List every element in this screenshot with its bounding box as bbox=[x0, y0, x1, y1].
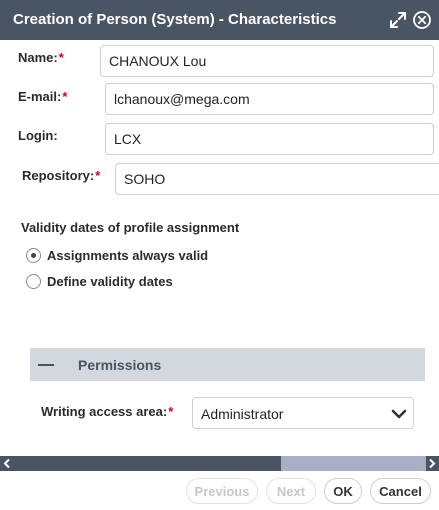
required-marker: * bbox=[168, 404, 174, 419]
repository-label: Repository:* bbox=[22, 168, 101, 183]
dialog-titlebar: Creation of Person (System) - Characteri… bbox=[0, 0, 439, 40]
radio-define-dates[interactable]: Define validity dates bbox=[26, 272, 173, 290]
radio-button[interactable] bbox=[26, 273, 41, 289]
dialog-title: Creation of Person (System) - Characteri… bbox=[13, 11, 337, 28]
required-marker: * bbox=[95, 168, 101, 183]
name-input[interactable]: CHANOUX Lou bbox=[100, 45, 434, 77]
permissions-section-header[interactable]: Permissions bbox=[30, 348, 425, 381]
radio-button-selected[interactable] bbox=[26, 247, 41, 263]
validity-heading: Validity dates of profile assignment bbox=[21, 220, 240, 235]
chevron-down-icon[interactable] bbox=[391, 407, 407, 421]
email-label: E-mail:* bbox=[18, 89, 68, 104]
repository-input[interactable]: SOHO bbox=[115, 163, 439, 195]
cancel-button[interactable]: Cancel bbox=[370, 478, 431, 504]
previous-button[interactable]: Previous bbox=[186, 478, 258, 504]
permissions-title: Permissions bbox=[78, 357, 162, 373]
scroll-left-icon[interactable] bbox=[0, 456, 14, 471]
login-input[interactable]: LCX bbox=[105, 123, 434, 155]
writing-access-select[interactable]: Administrator bbox=[192, 397, 414, 429]
required-marker: * bbox=[62, 89, 68, 104]
next-button[interactable]: Next bbox=[266, 478, 316, 504]
radio-always-valid[interactable]: Assignments always valid bbox=[26, 246, 208, 264]
scroll-right-icon[interactable] bbox=[425, 456, 439, 471]
radio-label: Assignments always valid bbox=[47, 247, 209, 263]
email-input[interactable]: lchanoux@mega.com bbox=[105, 83, 434, 115]
close-icon[interactable] bbox=[412, 10, 432, 30]
horizontal-scrollbar[interactable] bbox=[0, 456, 439, 471]
scrollbar-thumb[interactable] bbox=[281, 456, 426, 471]
collapse-icon[interactable] bbox=[38, 364, 54, 366]
radio-label: Define validity dates bbox=[47, 273, 173, 289]
select-value: Administrator bbox=[201, 406, 284, 422]
ok-button[interactable]: OK bbox=[324, 478, 362, 504]
name-label: Name:* bbox=[18, 50, 64, 65]
expand-icon[interactable] bbox=[388, 10, 408, 30]
login-label: Login: bbox=[18, 128, 58, 143]
writing-access-label: Writing access area:* bbox=[41, 404, 174, 419]
required-marker: * bbox=[58, 50, 64, 65]
